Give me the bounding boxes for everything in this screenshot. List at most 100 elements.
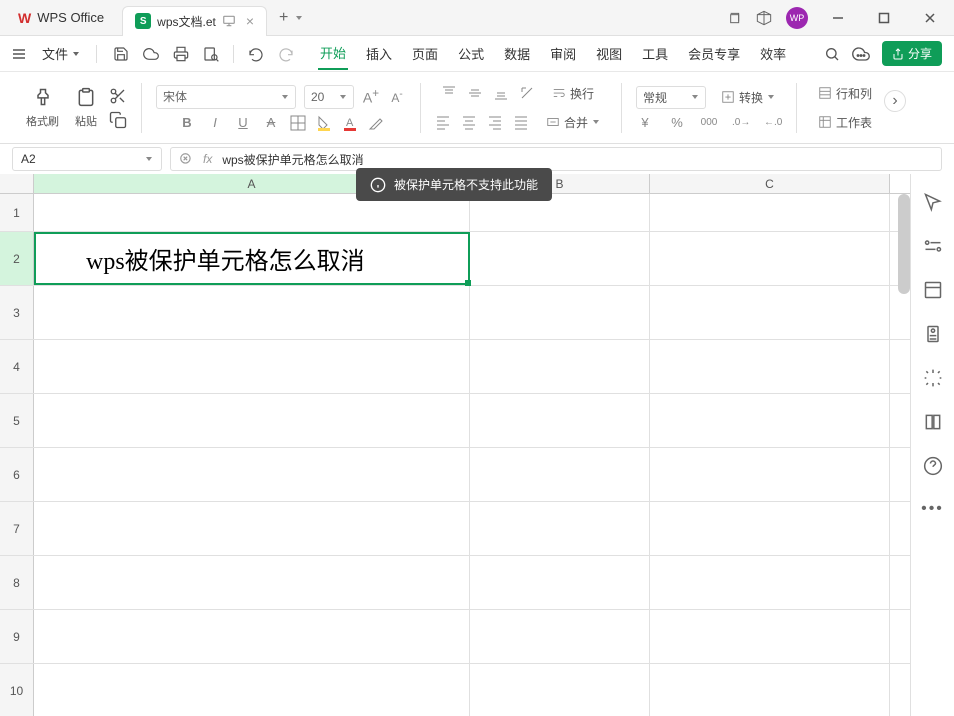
minimize-button[interactable] xyxy=(822,2,854,34)
tab-review[interactable]: 审阅 xyxy=(548,38,578,69)
close-tab-icon[interactable]: × xyxy=(246,13,254,29)
percent-icon[interactable]: % xyxy=(668,115,686,130)
add-tab-button[interactable]: + xyxy=(279,9,288,27)
number-format-select[interactable]: 常规 xyxy=(636,86,706,109)
cell[interactable] xyxy=(34,502,470,555)
hamburger-icon[interactable] xyxy=(12,47,26,61)
filter-icon[interactable] xyxy=(923,236,943,256)
clipboard-panel-icon[interactable] xyxy=(923,324,943,344)
merge-button[interactable]: 合并 xyxy=(539,111,607,134)
preview-icon[interactable] xyxy=(203,46,219,62)
italic-button[interactable]: I xyxy=(206,115,224,130)
row-header[interactable]: 3 xyxy=(0,286,34,339)
tab-formula[interactable]: 公式 xyxy=(456,38,486,69)
more-icon[interactable]: ••• xyxy=(921,500,944,518)
pointer-icon[interactable] xyxy=(923,192,943,212)
select-all-corner[interactable] xyxy=(0,174,34,193)
user-avatar[interactable]: WP xyxy=(786,7,808,29)
close-window-button[interactable] xyxy=(914,2,946,34)
cell[interactable] xyxy=(470,340,650,393)
share-button[interactable]: 分享 xyxy=(882,41,942,66)
align-left-icon[interactable] xyxy=(435,114,451,130)
decrease-decimal-icon[interactable]: ←.0 xyxy=(764,117,782,128)
cell[interactable] xyxy=(34,448,470,501)
paste-button[interactable]: 粘贴 xyxy=(71,83,101,133)
cut-icon[interactable] xyxy=(109,87,127,105)
formula-input[interactable]: fx wps被保护单元格怎么取消 xyxy=(170,147,942,171)
cell[interactable] xyxy=(650,502,890,555)
convert-button[interactable]: 转换 xyxy=(714,86,782,109)
cell[interactable] xyxy=(650,448,890,501)
highlight-icon[interactable] xyxy=(368,115,384,131)
window-restore-icon[interactable] xyxy=(726,10,742,26)
row-header[interactable]: 9 xyxy=(0,610,34,663)
book-icon[interactable] xyxy=(923,412,943,432)
selected-cell[interactable]: wps被保护单元格怎么取消 xyxy=(34,232,470,285)
redo-icon[interactable] xyxy=(278,46,294,62)
cell-reference-box[interactable]: A2 xyxy=(12,147,162,171)
cell[interactable] xyxy=(470,556,650,609)
fill-color-icon[interactable] xyxy=(316,115,332,131)
row-header[interactable]: 5 xyxy=(0,394,34,447)
cancel-icon[interactable] xyxy=(179,152,193,166)
underline-button[interactable]: U xyxy=(234,115,252,130)
cell[interactable] xyxy=(650,664,890,716)
cell[interactable] xyxy=(650,340,890,393)
cloud-icon[interactable] xyxy=(143,46,159,62)
cell[interactable] xyxy=(470,286,650,339)
layout-icon[interactable] xyxy=(923,280,943,300)
help-icon[interactable] xyxy=(923,456,943,476)
row-header[interactable]: 1 xyxy=(0,194,34,231)
vertical-scrollbar[interactable] xyxy=(898,194,910,294)
row-header[interactable]: 6 xyxy=(0,448,34,501)
borders-icon[interactable] xyxy=(290,115,306,131)
worksheet-button[interactable]: 工作表 xyxy=(811,111,879,134)
cell[interactable] xyxy=(470,394,650,447)
document-tab[interactable]: S wps文档.et × xyxy=(122,6,267,36)
cell[interactable] xyxy=(650,610,890,663)
align-top-icon[interactable] xyxy=(441,85,457,101)
fx-icon[interactable]: fx xyxy=(203,152,212,166)
cell[interactable] xyxy=(34,664,470,716)
tab-dropdown-icon[interactable] xyxy=(294,13,304,23)
cube-icon[interactable] xyxy=(756,10,772,26)
search-icon[interactable] xyxy=(824,46,840,62)
tab-data[interactable]: 数据 xyxy=(502,38,532,69)
ribbon-expand-button[interactable]: › xyxy=(884,90,906,112)
currency-icon[interactable]: ¥ xyxy=(636,115,654,130)
justify-icon[interactable] xyxy=(513,114,529,130)
sparkle-icon[interactable] xyxy=(923,368,943,388)
cell[interactable] xyxy=(34,394,470,447)
format-painter-button[interactable]: 格式刷 xyxy=(22,83,63,133)
cell[interactable] xyxy=(650,556,890,609)
tab-page[interactable]: 页面 xyxy=(410,38,440,69)
font-name-select[interactable]: 宋体 xyxy=(156,85,296,109)
wrap-text-button[interactable]: 换行 xyxy=(545,82,601,105)
tab-start[interactable]: 开始 xyxy=(318,37,348,70)
orientation-icon[interactable] xyxy=(519,85,535,101)
cell[interactable] xyxy=(470,448,650,501)
cell[interactable] xyxy=(470,232,650,285)
col-header-c[interactable]: C xyxy=(650,174,890,193)
row-header[interactable]: 7 xyxy=(0,502,34,555)
row-header[interactable]: 2 xyxy=(0,232,34,285)
cell[interactable] xyxy=(650,194,890,231)
copy-icon[interactable] xyxy=(109,111,127,129)
cell[interactable] xyxy=(650,286,890,339)
cell[interactable] xyxy=(34,286,470,339)
undo-icon[interactable] xyxy=(248,46,264,62)
cloud-sync-icon[interactable] xyxy=(852,45,870,63)
align-middle-icon[interactable] xyxy=(467,85,483,101)
font-size-select[interactable]: 20 xyxy=(304,85,354,109)
row-header[interactable]: 10 xyxy=(0,664,34,716)
row-header[interactable]: 4 xyxy=(0,340,34,393)
decrease-font-icon[interactable]: A- xyxy=(388,89,406,105)
file-menu[interactable]: 文件 xyxy=(34,40,88,67)
increase-decimal-icon[interactable]: .0→ xyxy=(732,117,750,128)
align-center-icon[interactable] xyxy=(461,114,477,130)
increase-font-icon[interactable]: A+ xyxy=(362,87,380,106)
maximize-button[interactable] xyxy=(868,2,900,34)
strikethrough-button[interactable]: A xyxy=(262,115,280,130)
monitor-icon[interactable] xyxy=(222,14,236,28)
cell[interactable] xyxy=(470,610,650,663)
